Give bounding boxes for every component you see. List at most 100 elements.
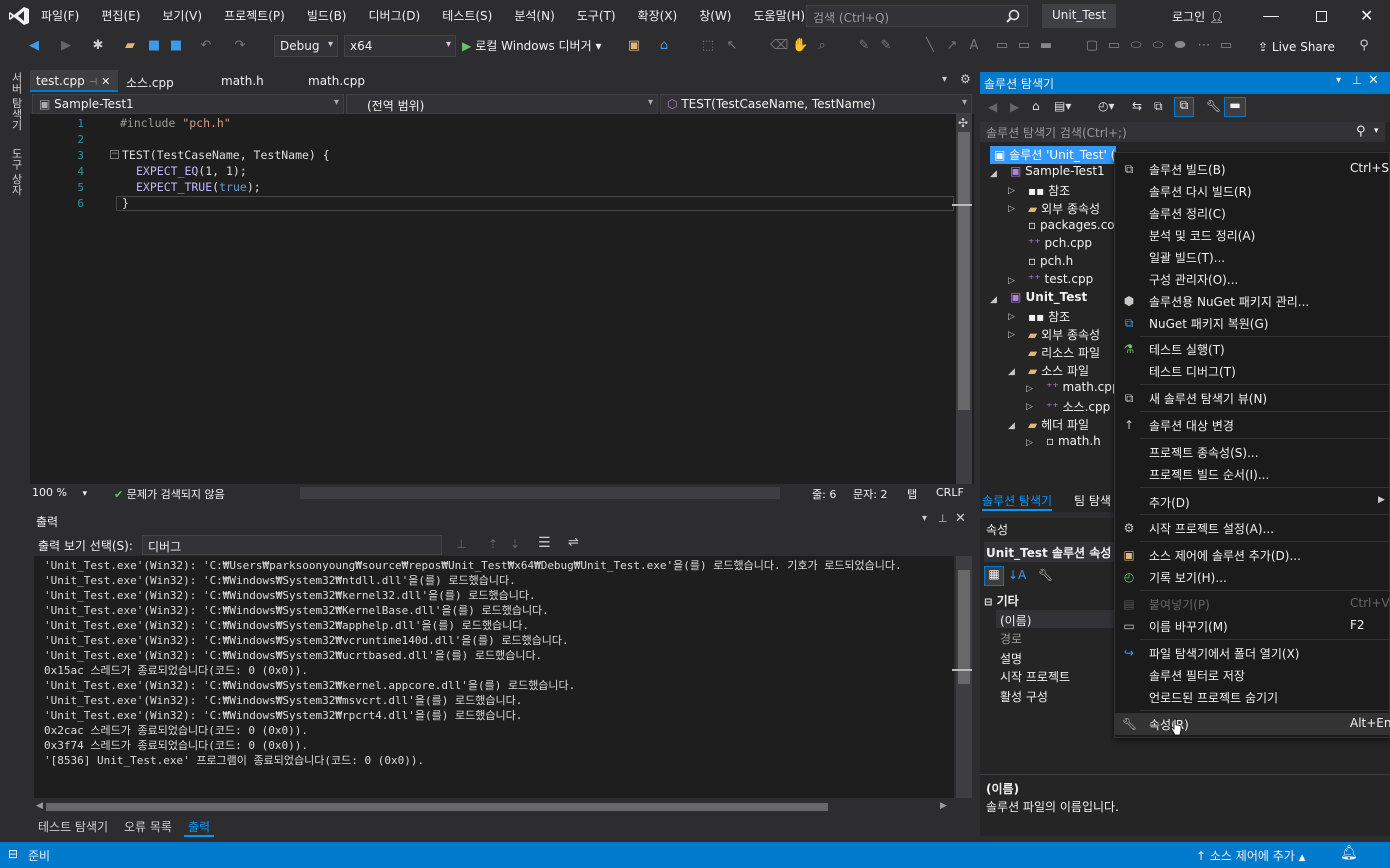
menu-view[interactable]: 보기(V) — [151, 0, 213, 32]
menu-edit[interactable]: 편집(E) — [90, 0, 151, 32]
collapse-all-icon[interactable]: ⧉ — [1154, 99, 1163, 114]
configuration-dropdown[interactable]: Debug — [274, 35, 338, 57]
chevron-down-icon[interactable]: ▾ — [1374, 126, 1379, 136]
close-icon[interactable]: ✕ — [1368, 73, 1379, 88]
collapse-arrow-icon[interactable]: ▷ — [1008, 276, 1015, 286]
forward-icon[interactable]: ▶ — [58, 38, 74, 54]
tree-item-packages[interactable]: ▫ packages.co — [1028, 218, 1115, 232]
pan-icon[interactable]: ✋ — [792, 38, 808, 54]
scroll-thumb[interactable] — [958, 570, 970, 684]
category-header[interactable]: ⊟ 기타 — [984, 592, 1019, 609]
collapse-arrow-icon[interactable]: ▷ — [1008, 204, 1015, 214]
split-icon[interactable]: ✣ — [958, 116, 968, 130]
menu-file[interactable]: 파일(F) — [30, 0, 90, 32]
menu-item-debug-tests[interactable]: 테스트 디버그(T) — [1149, 363, 1236, 380]
menu-project[interactable]: 프로젝트(P) — [213, 0, 296, 32]
close-tab-icon[interactable]: ✕ — [101, 75, 110, 88]
menu-item-restore-nuget[interactable]: NuGet 패키지 복원(G) — [1149, 315, 1268, 332]
feedback-icon[interactable]: ⚲ — [1356, 38, 1372, 54]
select-icon[interactable]: ⬚ — [700, 38, 716, 54]
editor-horizontal-scrollbar[interactable] — [300, 487, 780, 499]
ellipse-icon[interactable]: ⬭ — [1128, 38, 1144, 54]
forward-icon[interactable]: ▶ — [1010, 100, 1019, 114]
tree-item-source-cpp[interactable]: ⁺⁺ 소스.cpp — [1046, 398, 1110, 415]
back-icon[interactable]: ◀ — [988, 100, 997, 114]
menu-item-save-filter[interactable]: 솔루션 필터로 저장 — [1149, 667, 1245, 684]
menu-extensions[interactable]: 확장(X) — [627, 0, 689, 32]
show-all-files-icon[interactable]: ⧉ — [1174, 97, 1194, 117]
tab-error-list[interactable]: 오류 목록 — [120, 818, 176, 835]
notification-bell-icon[interactable]: 🔔︎ — [1340, 845, 1358, 861]
solution-search-input[interactable]: 솔루션 탐색기 검색(Ctrl+;) — [980, 122, 1385, 142]
issues-indicator[interactable]: ✔ 문제가 검색되지 않음 — [114, 486, 225, 502]
pin-icon[interactable]: ⊥ — [938, 512, 948, 525]
tree-item-math-h[interactable]: ▫ math.h — [1046, 434, 1101, 448]
menu-debug[interactable]: 디버그(D) — [358, 0, 432, 32]
menu-item-clean-solution[interactable]: 솔루션 정리(C) — [1149, 205, 1226, 222]
tab-list-dropdown-icon[interactable]: ▾ — [942, 74, 947, 85]
attach-icon[interactable]: ▣ — [626, 38, 642, 54]
search-input[interactable]: 검색 (Ctrl+Q) — [806, 5, 1028, 27]
home-icon[interactable]: ⌂ — [1032, 99, 1040, 113]
maximize-button[interactable] — [1316, 11, 1327, 22]
property-name[interactable]: 설명 — [1000, 650, 1022, 667]
prev-message-icon[interactable]: ⇡ — [488, 537, 498, 551]
tree-item-header-files[interactable]: ▰ 헤더 파일 — [1028, 416, 1089, 433]
scope-dropdown[interactable]: (전역 범위) — [346, 94, 658, 114]
line-icon[interactable]: ╲ — [922, 38, 938, 54]
open-folder-icon[interactable]: ▰ — [122, 38, 138, 54]
pointer-icon[interactable]: ↖ — [724, 38, 740, 54]
menu-item-hide-unloaded[interactable]: 언로드된 프로젝트 숨기기 — [1149, 689, 1278, 706]
sync-icon[interactable]: ⇆ — [1132, 99, 1142, 113]
gear-icon[interactable]: ⚙ — [960, 72, 971, 86]
property-name[interactable]: 시작 프로젝트 — [1000, 668, 1070, 685]
menu-build[interactable]: 빌드(B) — [296, 0, 358, 32]
filled-rect-icon[interactable]: ▬ — [1038, 38, 1054, 54]
wrench-icon[interactable]: 🔧︎ — [1206, 99, 1221, 113]
panel-menu-icon[interactable]: ▾ — [922, 513, 927, 524]
tree-item-unit-test[interactable]: ▣ Unit_Test — [1010, 290, 1087, 304]
scroll-thumb[interactable] — [958, 132, 970, 410]
collapse-arrow-icon[interactable]: ▷ — [1026, 402, 1033, 412]
menu-item-open-in-explorer[interactable]: 파일 탐색기에서 폴더 열기(X) — [1149, 645, 1299, 662]
zoom-icon[interactable]: ⌕ — [814, 38, 830, 54]
expand-arrow-icon[interactable]: ◢ — [1008, 367, 1015, 377]
project-dropdown[interactable]: ▣ Sample-Test1 — [32, 94, 344, 114]
collapse-arrow-icon[interactable]: ▷ — [1026, 438, 1033, 448]
pin-icon[interactable]: ⊣ — [89, 77, 98, 88]
brush-icon[interactable]: ✎ — [878, 38, 894, 54]
rectangle-outline-icon[interactable]: ▭ — [1016, 38, 1032, 54]
switch-views-icon[interactable]: ▤▾ — [1054, 99, 1071, 113]
tab-team-explorer[interactable]: 팀 탐색 — [1074, 492, 1111, 509]
menu-item-project-build-order[interactable]: 프로젝트 빌드 순서(I)... — [1149, 466, 1269, 483]
menu-item-run-tests[interactable]: 테스트 실행(T) — [1149, 341, 1225, 358]
next-message-icon[interactable]: ⇣ — [510, 537, 520, 551]
login-button[interactable]: 로그인 👤︎ — [1172, 8, 1224, 25]
collapse-arrow-icon[interactable]: ▷ — [1026, 384, 1033, 394]
toolbox-tab[interactable]: 도구 상자 — [8, 148, 24, 196]
expand-arrow-icon[interactable]: ◢ — [990, 295, 997, 305]
menu-item-add-source-control[interactable]: 소스 제어에 솔루션 추가(D)... — [1149, 547, 1301, 564]
menu-item-analyze-cleanup[interactable]: 분석 및 코드 정리(A) — [1149, 227, 1255, 244]
tree-item-references[interactable]: ▪▪ 참조 — [1028, 308, 1070, 325]
find-message-icon[interactable]: ⊥ — [456, 537, 466, 551]
tab-math-h[interactable]: math.h — [215, 70, 270, 92]
pen-icon[interactable]: ✎ — [856, 38, 872, 54]
collapse-arrow-icon[interactable]: ▷ — [1008, 186, 1015, 196]
property-name[interactable]: 경로 — [1000, 630, 1022, 647]
scroll-thumb[interactable] — [46, 803, 828, 811]
tab-solution-explorer[interactable]: 솔루션 탐색기 — [982, 492, 1053, 511]
tab-math-cpp[interactable]: math.cpp — [302, 70, 371, 92]
tree-item-test-cpp[interactable]: ⁺⁺ test.cpp — [1028, 272, 1093, 286]
highlight-icon[interactable]: ▭ — [1218, 38, 1234, 54]
categorized-icon[interactable]: ▦ — [984, 566, 1004, 586]
tab-source-cpp[interactable]: 소스.cpp — [120, 70, 180, 92]
menu-analyze[interactable]: 분석(N) — [503, 0, 565, 32]
clear-all-icon[interactable]: ☰ — [538, 535, 551, 551]
menu-item-batch-build[interactable]: 일괄 빌드(T)... — [1149, 249, 1225, 266]
tab-test-explorer[interactable]: 테스트 탐색기 — [34, 818, 112, 835]
server-explorer-tab[interactable]: 서버 탐색기 — [8, 72, 24, 131]
tree-item-references[interactable]: ▪▪ 참조 — [1028, 182, 1070, 199]
platform-dropdown[interactable]: x64 — [344, 35, 456, 57]
start-debugging-button[interactable]: ▶ 로컬 Windows 디버거 ▾ — [462, 37, 601, 54]
